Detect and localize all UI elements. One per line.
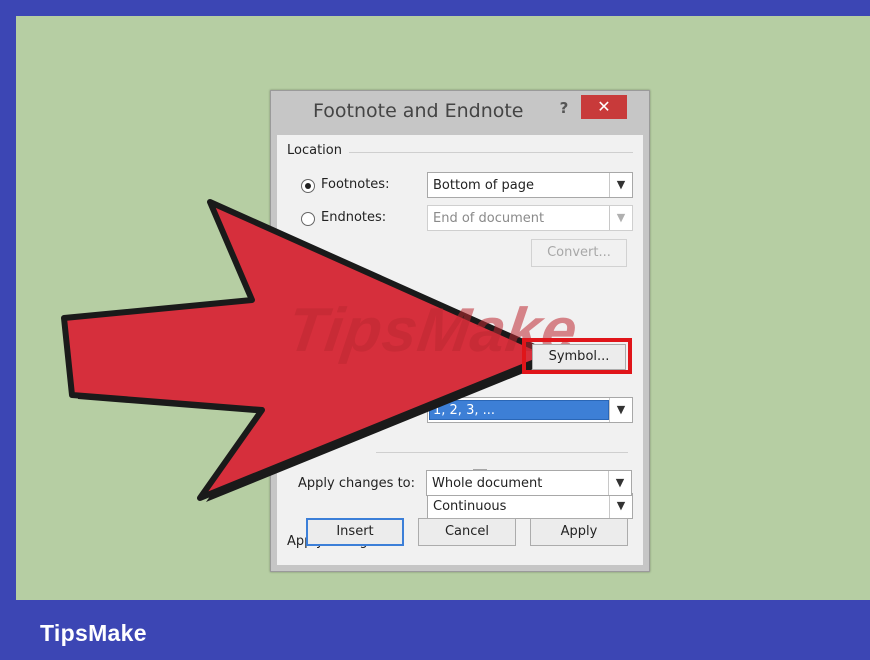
symbol-highlight-box: Symbol...: [522, 338, 632, 374]
symbol-button[interactable]: Symbol...: [532, 344, 626, 370]
